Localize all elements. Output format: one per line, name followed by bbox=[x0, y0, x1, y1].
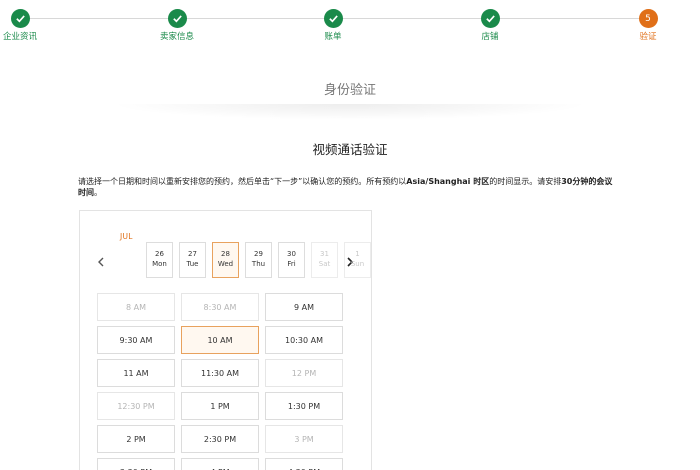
time-slot: 3 PM bbox=[265, 425, 343, 453]
step-label: 验证 bbox=[639, 32, 657, 42]
time-slot[interactable]: 1 PM bbox=[181, 392, 259, 420]
progress-stepper: 企业资讯 卖家信息 账单 店铺 5 验证 bbox=[0, 0, 700, 50]
step-label: 账单 bbox=[324, 32, 342, 42]
time-slot[interactable]: 4 PM bbox=[181, 458, 259, 470]
time-slot-selected[interactable]: 10 AM bbox=[181, 326, 259, 354]
time-slot: 8:30 AM bbox=[181, 293, 259, 321]
step-store[interactable]: 店铺 bbox=[460, 9, 520, 42]
step-label: 企业资讯 bbox=[2, 32, 37, 42]
section-title: 视频通话验证 bbox=[312, 142, 388, 157]
divider bbox=[110, 104, 590, 120]
step-company-info[interactable]: 企业资讯 bbox=[0, 9, 50, 42]
date-option[interactable]: 29 Thu bbox=[245, 242, 272, 278]
date-option-disabled: 1 Sun bbox=[344, 242, 371, 278]
time-slot[interactable]: 2 PM bbox=[97, 425, 175, 453]
time-slot[interactable]: 11 AM bbox=[97, 359, 175, 387]
check-icon bbox=[480, 9, 500, 28]
step-number: 5 bbox=[638, 9, 658, 28]
date-option-selected[interactable]: 28 Wed bbox=[212, 242, 239, 278]
time-slot[interactable]: 11:30 AM bbox=[181, 359, 259, 387]
step-billing[interactable]: 账单 bbox=[303, 9, 363, 42]
check-icon bbox=[10, 9, 30, 28]
step-seller-info[interactable]: 卖家信息 bbox=[147, 9, 207, 42]
step-verification: 5 验证 bbox=[618, 9, 678, 42]
time-slot[interactable]: 4:30 PM bbox=[265, 458, 343, 470]
chevron-left-icon[interactable] bbox=[94, 255, 108, 269]
time-slot[interactable]: 9 AM bbox=[265, 293, 343, 321]
date-option-disabled: 31 Sat bbox=[311, 242, 338, 278]
time-slot[interactable]: 1:30 PM bbox=[265, 392, 343, 420]
date-option[interactable]: 30 Fri bbox=[278, 242, 305, 278]
step-label: 卖家信息 bbox=[159, 32, 194, 42]
time-slot[interactable]: 2:30 PM bbox=[181, 425, 259, 453]
time-slot: 12:30 PM bbox=[97, 392, 175, 420]
month-label: JUL bbox=[120, 232, 133, 241]
step-label: 店铺 bbox=[481, 32, 499, 42]
time-slot[interactable]: 3:30 PM bbox=[97, 458, 175, 470]
time-slot[interactable]: 9:30 AM bbox=[97, 326, 175, 354]
page-title: 身份验证 bbox=[323, 83, 376, 98]
time-slot: 12 PM bbox=[265, 359, 343, 387]
date-option[interactable]: 26 Mon bbox=[146, 242, 173, 278]
check-icon bbox=[167, 9, 187, 28]
check-icon bbox=[323, 9, 343, 28]
date-option[interactable]: 27 Tue bbox=[179, 242, 206, 278]
scheduler-card: JUL 26 Mon 27 Tue 28 Wed 29 Thu 30 Fri 31 Sat … bbox=[79, 210, 372, 470]
time-slot[interactable]: 10:30 AM bbox=[265, 326, 343, 354]
instructions-text: 请选择一个日期和时间以重新安排您的预约，然后单击“下一步”以确认您的预约。所有预… bbox=[78, 177, 613, 197]
time-slot: 8 AM bbox=[97, 293, 175, 321]
